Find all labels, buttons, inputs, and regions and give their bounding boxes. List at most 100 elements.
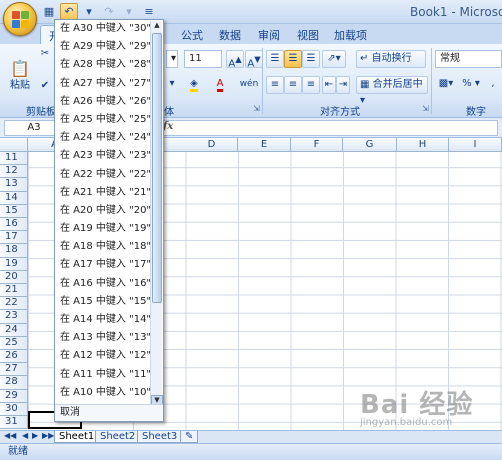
row-header[interactable]: 28 bbox=[0, 376, 28, 390]
undo-icon[interactable]: ↶ bbox=[60, 3, 78, 20]
tab-addins[interactable]: 加载项 bbox=[334, 27, 367, 43]
row-header[interactable]: 12 bbox=[0, 165, 28, 179]
prev-sheet-icon[interactable]: ◀ bbox=[22, 431, 28, 440]
row-header[interactable]: 17 bbox=[0, 231, 28, 245]
percent-button[interactable]: % ▾ bbox=[460, 76, 482, 94]
orientation-button[interactable]: ⇗▾ bbox=[322, 50, 346, 68]
row-header[interactable]: 24 bbox=[0, 323, 28, 337]
sheet-tab[interactable]: Sheet3 bbox=[137, 431, 183, 443]
alignment-launcher-icon[interactable]: ⇲ bbox=[422, 104, 429, 113]
row-header[interactable]: 29 bbox=[0, 389, 28, 403]
undo-list-item[interactable]: 在 A19 中键入 "19" bbox=[55, 220, 151, 238]
font-launcher-icon[interactable]: ⇲ bbox=[253, 104, 260, 113]
column-header[interactable]: G bbox=[343, 138, 397, 152]
row-header[interactable]: 14 bbox=[0, 191, 28, 205]
customize-qat-button[interactable]: ≡ bbox=[140, 3, 158, 20]
save-icon[interactable]: ▦ bbox=[40, 3, 58, 20]
align-bottom-button[interactable]: ☰ bbox=[302, 50, 320, 68]
row-header[interactable]: 25 bbox=[0, 336, 28, 350]
undo-list-item[interactable]: 在 A11 中键入 "11" bbox=[55, 366, 151, 384]
undo-list-item[interactable]: 在 A25 中键入 "25" bbox=[55, 111, 151, 129]
scroll-thumb[interactable] bbox=[152, 33, 162, 303]
row-header[interactable]: 19 bbox=[0, 257, 28, 271]
column-header[interactable]: E bbox=[238, 138, 291, 152]
align-center-button[interactable]: ≡ bbox=[284, 76, 302, 94]
number-format-dropdown[interactable]: 常规 bbox=[435, 50, 502, 68]
undo-scrollbar[interactable]: ▲ ▼ bbox=[150, 21, 163, 406]
undo-list-item[interactable]: 在 A29 中键入 "29" bbox=[55, 38, 151, 56]
font-size-field[interactable]: 11 bbox=[184, 50, 222, 68]
row-header[interactable]: 11 bbox=[0, 152, 28, 166]
tab-data[interactable]: 数据 bbox=[219, 27, 241, 43]
sheet-tab[interactable]: Sheet2 bbox=[95, 431, 141, 443]
undo-list-item[interactable]: 在 A10 中键入 "10" bbox=[55, 384, 151, 402]
tab-view[interactable]: 视图 bbox=[297, 27, 319, 43]
comma-button[interactable]: , bbox=[486, 76, 500, 94]
accounting-format-button[interactable]: ▩▾ bbox=[436, 76, 456, 94]
row-header[interactable]: 21 bbox=[0, 284, 28, 298]
row-header[interactable]: 15 bbox=[0, 204, 28, 218]
undo-list-item[interactable]: 在 A13 中键入 "13" bbox=[55, 329, 151, 347]
format-painter-icon[interactable]: ✔ bbox=[38, 78, 52, 96]
undo-list-item[interactable]: 在 A15 中键入 "15" bbox=[55, 293, 151, 311]
cut-icon[interactable]: ✂ bbox=[38, 46, 52, 64]
undo-list-item[interactable]: 在 A14 中键入 "14" bbox=[55, 311, 151, 329]
align-left-button[interactable]: ≡ bbox=[266, 76, 284, 94]
row-header[interactable]: 18 bbox=[0, 244, 28, 258]
row-header[interactable]: 23 bbox=[0, 310, 28, 324]
undo-list-item[interactable]: 在 A22 中键入 "22" bbox=[55, 166, 151, 184]
formula-input[interactable] bbox=[160, 120, 498, 136]
align-middle-button[interactable]: ☰ bbox=[284, 50, 302, 68]
row-header[interactable]: 30 bbox=[0, 402, 28, 416]
row-header[interactable]: 22 bbox=[0, 297, 28, 311]
undo-list-item[interactable]: 在 A30 中键入 "30" bbox=[55, 20, 151, 38]
row-header[interactable]: 26 bbox=[0, 350, 28, 364]
shrink-font-button[interactable]: A▼ bbox=[245, 50, 263, 69]
merge-center-button[interactable]: ▦ 合并后居中 ▾ bbox=[356, 76, 428, 106]
insert-sheet-icon[interactable]: ✎ bbox=[180, 431, 198, 443]
undo-list-item[interactable]: 在 A23 中键入 "23" bbox=[55, 147, 151, 165]
increase-indent-button[interactable]: ⇥ bbox=[336, 76, 350, 94]
column-header[interactable]: H bbox=[397, 138, 449, 152]
insert-function-icon[interactable]: fx bbox=[163, 121, 173, 132]
grow-font-button[interactable]: A▲ bbox=[226, 50, 244, 69]
next-sheet-icon[interactable]: ▶ bbox=[32, 431, 38, 440]
font-name-dropdown[interactable]: ▾ bbox=[166, 50, 178, 68]
undo-list-item[interactable]: 在 A21 中键入 "21" bbox=[55, 184, 151, 202]
sheet-tab[interactable]: Sheet1 bbox=[54, 431, 100, 443]
undo-list-item[interactable]: 在 A18 中键入 "18" bbox=[55, 238, 151, 256]
row-header[interactable]: 13 bbox=[0, 178, 28, 192]
tab-formulas[interactable]: 公式 bbox=[181, 27, 203, 43]
row-header[interactable]: 27 bbox=[0, 363, 28, 377]
decrease-indent-button[interactable]: ⇤ bbox=[322, 76, 336, 94]
row-header[interactable]: 20 bbox=[0, 270, 28, 284]
font-color-button[interactable]: A bbox=[208, 76, 232, 94]
select-all-corner[interactable] bbox=[0, 138, 28, 152]
undo-list-item[interactable]: 在 A28 中键入 "28" bbox=[55, 56, 151, 74]
column-header[interactable]: F bbox=[291, 138, 343, 152]
undo-cancel[interactable]: 取消 bbox=[55, 404, 163, 421]
undo-list-item[interactable]: 在 A26 中键入 "26" bbox=[55, 93, 151, 111]
undo-list-item[interactable]: 在 A27 中键入 "27" bbox=[55, 75, 151, 93]
wrap-text-button[interactable]: ↵ 自动换行 bbox=[356, 50, 426, 68]
row-header[interactable]: 31 bbox=[0, 416, 28, 430]
undo-dropdown-button[interactable]: ▾ bbox=[80, 3, 98, 20]
align-right-button[interactable]: ≡ bbox=[302, 76, 320, 94]
row-header[interactable]: 16 bbox=[0, 218, 28, 232]
redo-icon[interactable]: ↷ bbox=[100, 3, 118, 20]
column-header[interactable]: D bbox=[186, 138, 238, 152]
undo-list-item[interactable]: 在 A20 中键入 "20" bbox=[55, 202, 151, 220]
scroll-up-icon[interactable]: ▲ bbox=[151, 21, 163, 32]
tab-review[interactable]: 审阅 bbox=[258, 27, 280, 43]
phonetic-button[interactable]: wén bbox=[236, 76, 262, 94]
border-dropdown[interactable]: ▾ bbox=[166, 76, 178, 94]
redo-dropdown-button[interactable]: ▾ bbox=[120, 3, 138, 20]
paste-button[interactable]: 📋 粘贴 bbox=[8, 61, 32, 96]
office-button[interactable] bbox=[3, 2, 37, 36]
fill-color-button[interactable]: ◈ bbox=[182, 76, 206, 94]
undo-list-item[interactable]: 在 A12 中键入 "12" bbox=[55, 347, 151, 365]
column-header[interactable]: I bbox=[449, 138, 502, 152]
undo-list-item[interactable]: 在 A17 中键入 "17" bbox=[55, 256, 151, 274]
undo-list-item[interactable]: 在 A16 中键入 "16" bbox=[55, 275, 151, 293]
undo-list-item[interactable]: 在 A24 中键入 "24" bbox=[55, 129, 151, 147]
